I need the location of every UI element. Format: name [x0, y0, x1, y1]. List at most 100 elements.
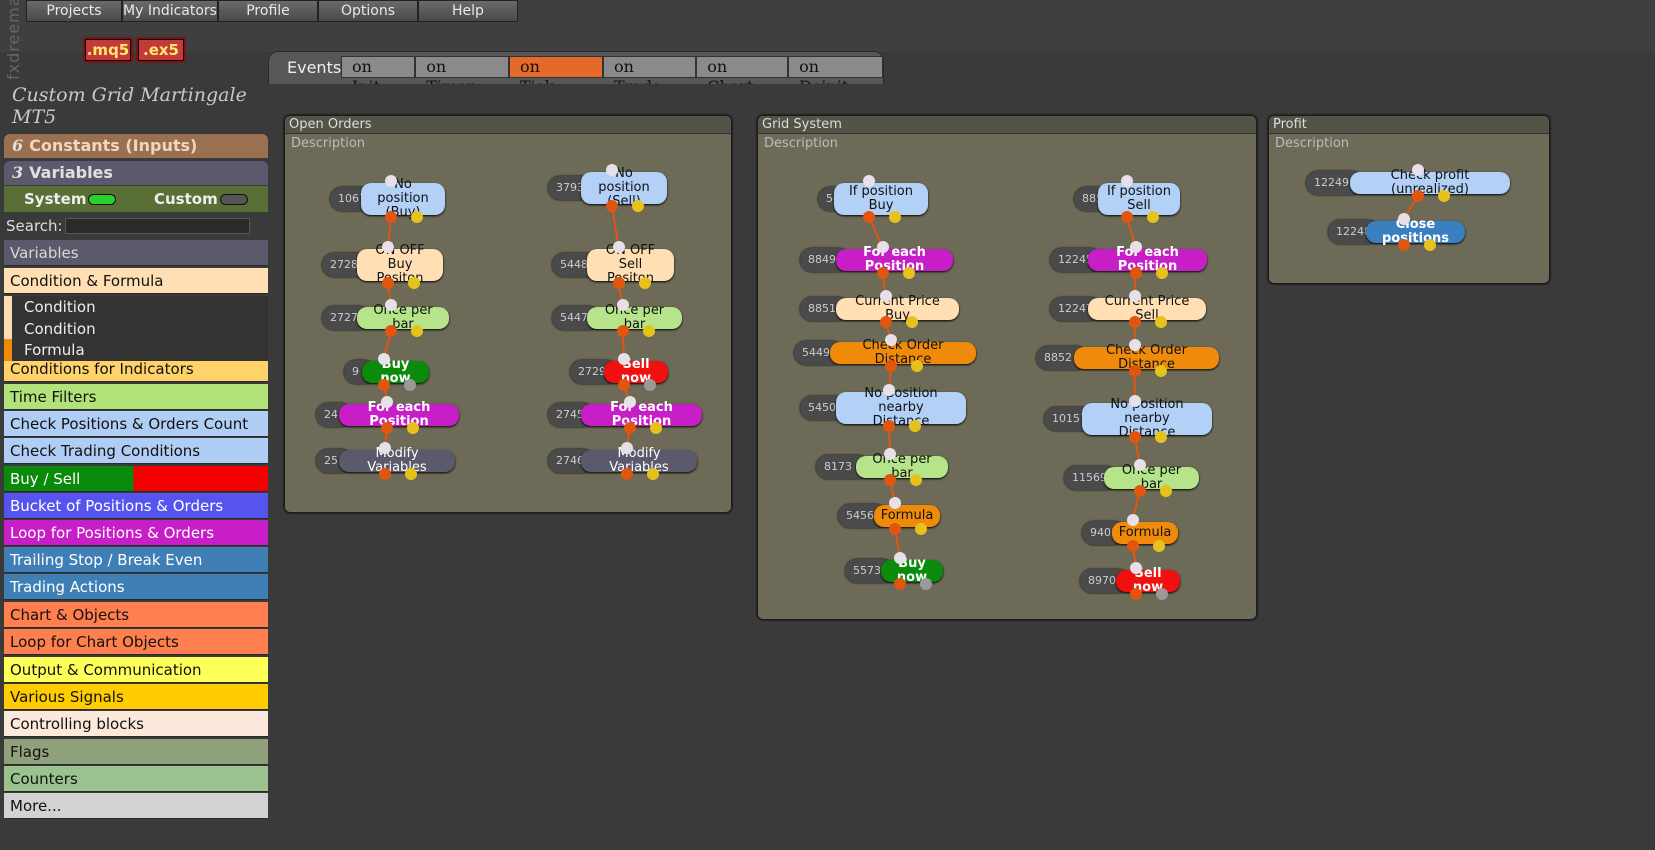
- output-port[interactable]: [381, 422, 393, 434]
- output-port[interactable]: [616, 325, 629, 337]
- category-controlling-blocks[interactable]: Controlling blocks: [4, 711, 268, 737]
- category-counters[interactable]: Counters: [4, 766, 268, 792]
- input-port[interactable]: [1133, 459, 1146, 471]
- output-port[interactable]: [885, 360, 897, 372]
- secondary-port[interactable]: [902, 267, 915, 279]
- input-port[interactable]: [385, 175, 397, 187]
- secondary-port[interactable]: [638, 277, 651, 289]
- category-bucket-of-positions-orders[interactable]: Bucket of Positions & Orders: [4, 493, 268, 519]
- input-port[interactable]: [1121, 175, 1133, 187]
- menu-options[interactable]: Options: [318, 0, 418, 22]
- secondary-port[interactable]: [407, 422, 419, 434]
- input-port[interactable]: [879, 290, 892, 302]
- output-port[interactable]: [889, 523, 901, 535]
- output-port[interactable]: [1128, 365, 1141, 377]
- secondary-port[interactable]: [644, 379, 656, 391]
- category-buy-sell[interactable]: Buy / Sell: [4, 466, 268, 492]
- secondary-port[interactable]: [1155, 316, 1167, 328]
- output-port[interactable]: [1129, 431, 1141, 443]
- output-port[interactable]: [379, 468, 391, 480]
- secondary-port[interactable]: [647, 468, 659, 480]
- input-port[interactable]: [381, 396, 393, 408]
- category-chart-objects[interactable]: Chart & Objects: [4, 602, 268, 628]
- secondary-port[interactable]: [632, 200, 644, 212]
- input-port[interactable]: [1130, 562, 1142, 574]
- secondary-port[interactable]: [910, 474, 922, 486]
- input-port[interactable]: [889, 497, 901, 509]
- constants-header[interactable]: 6 Constants (Inputs): [4, 134, 268, 158]
- output-port[interactable]: [1397, 239, 1410, 251]
- output-port[interactable]: [1130, 588, 1142, 600]
- subcategory-formula[interactable]: Formula: [4, 339, 268, 361]
- input-port[interactable]: [885, 334, 897, 346]
- input-port[interactable]: [612, 241, 625, 253]
- secondary-port[interactable]: [1423, 239, 1436, 251]
- output-port[interactable]: [876, 267, 889, 279]
- secondary-port[interactable]: [1153, 540, 1165, 552]
- custom-toggle[interactable]: [220, 194, 248, 205]
- subcategory-condition[interactable]: Condition: [4, 318, 268, 340]
- secondary-port[interactable]: [411, 325, 423, 337]
- input-port[interactable]: [1129, 395, 1141, 407]
- category-loop-for-positions-orders[interactable]: Loop for Positions & Orders: [4, 520, 268, 546]
- menu-projects[interactable]: Projects: [26, 0, 122, 22]
- tab-on-chart[interactable]: on Chart: [696, 56, 789, 96]
- input-port[interactable]: [606, 164, 618, 176]
- category-more[interactable]: More...: [4, 793, 268, 819]
- output-port[interactable]: [612, 277, 625, 289]
- output-port[interactable]: [618, 379, 630, 391]
- input-port[interactable]: [623, 396, 636, 408]
- output-port[interactable]: [606, 200, 618, 212]
- category-condition-formula[interactable]: Condition & Formula: [4, 268, 268, 294]
- output-port[interactable]: [1129, 267, 1142, 279]
- input-port[interactable]: [894, 552, 906, 564]
- tab-on-init[interactable]: on Init: [341, 56, 416, 96]
- menu-help[interactable]: Help: [418, 0, 518, 22]
- input-port[interactable]: [1129, 290, 1141, 302]
- category-output-communication[interactable]: Output & Communication: [4, 657, 268, 683]
- secondary-port[interactable]: [911, 360, 923, 372]
- input-port[interactable]: [1127, 514, 1139, 526]
- secondary-port[interactable]: [1159, 485, 1172, 497]
- secondary-port[interactable]: [1155, 267, 1168, 279]
- menu-my-indicators[interactable]: My Indicators: [122, 0, 218, 22]
- secondary-port[interactable]: [1156, 588, 1168, 600]
- input-port[interactable]: [1129, 241, 1142, 253]
- tab-on-timer[interactable]: on Timer: [415, 56, 509, 96]
- tab-on-deinit[interactable]: on Deinit: [788, 56, 884, 96]
- input-port[interactable]: [876, 241, 889, 253]
- output-port[interactable]: [894, 578, 906, 590]
- secondary-port[interactable]: [1154, 365, 1167, 377]
- category-check-positions-orders-count[interactable]: Check Positions & Orders Count: [4, 411, 268, 437]
- secondary-port[interactable]: [411, 211, 423, 223]
- output-port[interactable]: [621, 468, 633, 480]
- secondary-port[interactable]: [1147, 211, 1159, 223]
- secondary-port[interactable]: [915, 523, 927, 535]
- menu-profile[interactable]: Profile: [218, 0, 318, 22]
- panel-profit[interactable]: Profit Description: [1268, 115, 1550, 284]
- mq5-download-button[interactable]: .mq5: [83, 37, 133, 63]
- search-input[interactable]: [65, 218, 250, 234]
- input-port[interactable]: [379, 442, 391, 454]
- secondary-port[interactable]: [1155, 431, 1167, 443]
- input-port[interactable]: [618, 353, 630, 365]
- secondary-port[interactable]: [1438, 190, 1450, 202]
- secondary-port[interactable]: [905, 316, 918, 328]
- category-various-signals[interactable]: Various Signals: [4, 684, 268, 710]
- output-port[interactable]: [1121, 211, 1133, 223]
- secondary-port[interactable]: [408, 277, 420, 289]
- category-variables[interactable]: Variables: [4, 240, 268, 266]
- secondary-port[interactable]: [920, 578, 932, 590]
- tab-on-tick[interactable]: on Tick30: [508, 56, 604, 99]
- input-port[interactable]: [616, 299, 629, 311]
- output-port[interactable]: [1133, 485, 1146, 497]
- secondary-port[interactable]: [405, 468, 417, 480]
- input-port[interactable]: [385, 299, 397, 311]
- secondary-port[interactable]: [889, 211, 901, 223]
- secondary-port[interactable]: [649, 422, 662, 434]
- input-port[interactable]: [377, 353, 390, 365]
- output-port[interactable]: [1127, 540, 1139, 552]
- variables-header[interactable]: 3 Variables: [4, 161, 268, 185]
- category-trailing-stop-break-even[interactable]: Trailing Stop / Break Even: [4, 547, 268, 573]
- subcategory-condition[interactable]: Condition: [4, 296, 268, 318]
